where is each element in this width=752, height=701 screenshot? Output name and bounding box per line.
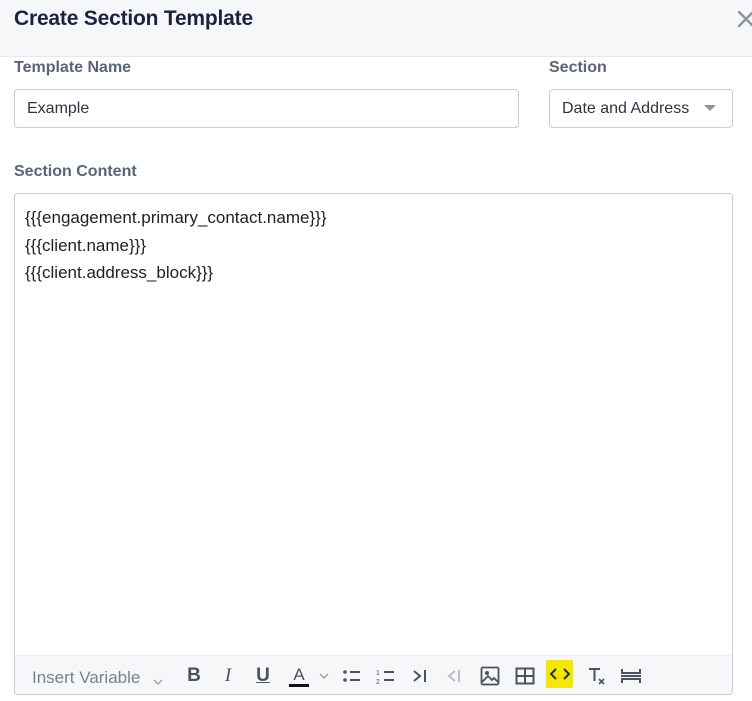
table-icon[interactable]: [514, 664, 536, 688]
template-name-label: Template Name: [14, 59, 132, 76]
code-icon[interactable]: [546, 660, 573, 688]
chevron-down-icon[interactable]: [153, 673, 163, 691]
clear-format-icon[interactable]: [586, 664, 608, 688]
italic-icon[interactable]: I: [219, 664, 237, 688]
underline-icon[interactable]: U: [253, 664, 273, 688]
dialog-header: Create Section Template: [0, 0, 752, 57]
section-select-value: Date and Address: [562, 99, 690, 117]
font-color-icon[interactable]: A: [288, 664, 310, 688]
section-content-label: Section Content: [14, 163, 137, 180]
bullet-list-icon[interactable]: [341, 664, 363, 688]
indent-icon[interactable]: [411, 664, 429, 688]
outdent-icon[interactable]: [445, 664, 463, 688]
rich-text-editor[interactable]: {{{engagement.primary_contact.name}}} {{…: [14, 193, 733, 695]
close-icon[interactable]: [736, 8, 752, 32]
horizontal-rule-icon[interactable]: [619, 664, 643, 688]
numbered-list-icon[interactable]: 1 2: [375, 664, 397, 688]
content-line: {{{client.name}}}: [25, 235, 147, 255]
section-select[interactable]: Date and Address: [549, 89, 733, 128]
content-line: {{{client.address_block}}}: [25, 263, 214, 282]
chevron-down-icon[interactable]: [318, 664, 330, 688]
template-name-input[interactable]: Example: [14, 89, 519, 128]
insert-variable-dropdown[interactable]: Insert Variable: [32, 668, 140, 688]
section-label: Section: [549, 59, 607, 76]
svg-text:2: 2: [376, 679, 380, 685]
chevron-down-icon: [704, 105, 716, 111]
dialog-title: Create Section Template: [14, 7, 253, 30]
image-icon[interactable]: [479, 664, 501, 688]
editor-content[interactable]: {{{engagement.primary_contact.name}}} {{…: [25, 204, 327, 287]
bold-icon[interactable]: B: [185, 664, 203, 688]
content-line: {{{engagement.primary_contact.name}}}: [25, 208, 327, 227]
editor-toolbar: Insert Variable B I U A 1 2: [15, 655, 732, 694]
svg-text:1: 1: [376, 670, 380, 677]
font-color-swatch: [289, 683, 309, 687]
